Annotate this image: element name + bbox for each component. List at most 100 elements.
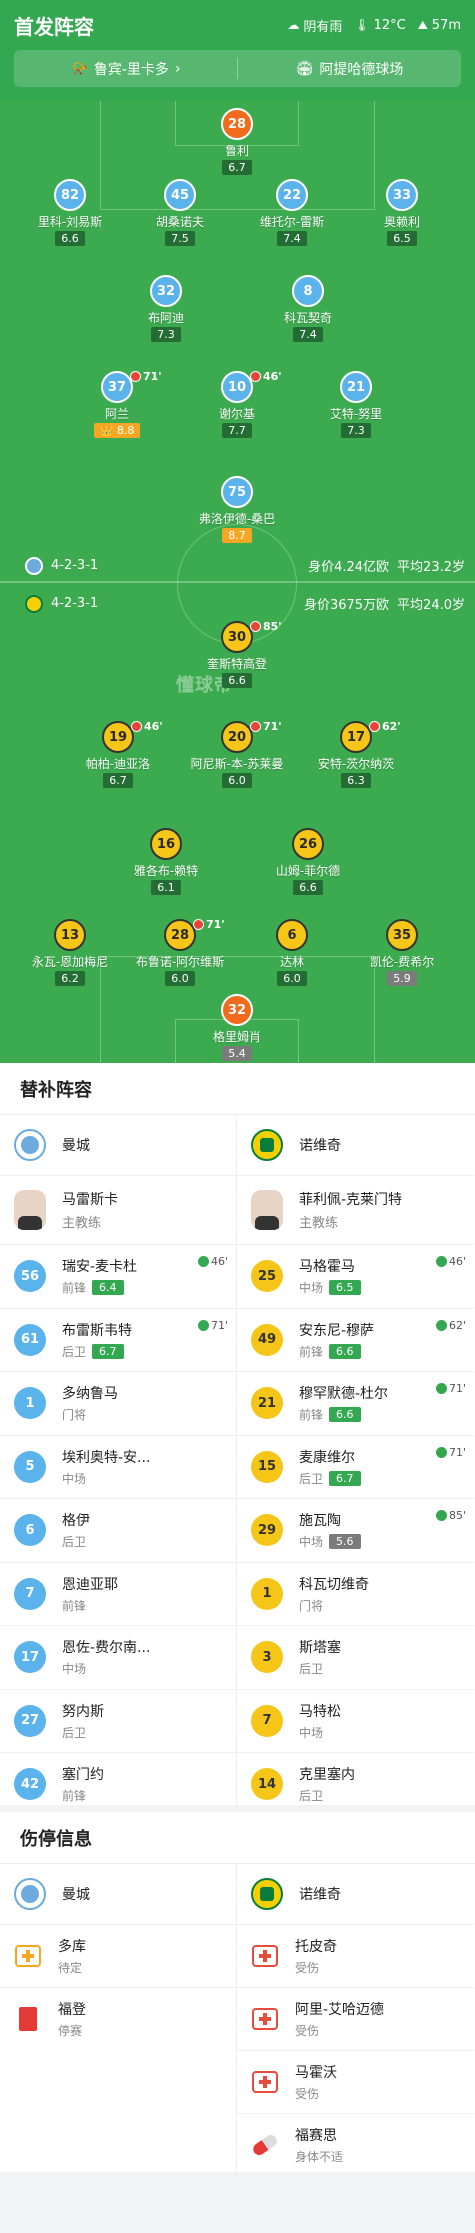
sub-player-row[interactable]: 6 格伊 后卫: [0, 1498, 236, 1562]
sub-off-minute: 46': [131, 720, 163, 733]
sub-player-row[interactable]: 7 恩迪亚耶 前锋: [0, 1561, 236, 1626]
sub-player-row[interactable]: 17 恩佐-费尔南... 中场: [0, 1625, 236, 1689]
injury-row[interactable]: 马霍沃 受伤: [237, 2050, 474, 2113]
sub-player-row[interactable]: 27 努内斯 后卫: [0, 1688, 236, 1753]
player-away[interactable]: 20 71' 阿尼斯-本-苏莱曼 6.0: [177, 720, 297, 788]
sub-player-row[interactable]: 49 安东尼-穆萨 前锋 6.6 62': [237, 1307, 474, 1372]
sub-player-info: 埃利奥特-安... 中场: [62, 1447, 150, 1487]
player-number: 13: [54, 919, 86, 951]
sub-player-row[interactable]: 21 穆罕默德-杜尔 前锋 6.6 71': [237, 1371, 474, 1435]
player-away[interactable]: 17 62' 安特-茨尔纳茨 6.3: [296, 720, 416, 788]
sub-player-row[interactable]: 25 马格霍马 中场 6.5 46': [237, 1244, 474, 1308]
injury-row[interactable]: 福登 停赛: [0, 1987, 236, 2050]
player-name: 胡桑诺夫: [155, 215, 204, 229]
home-formation-row: 4-2-3-1 身价4.24亿欧 平均23.2岁: [25, 556, 465, 575]
player-home[interactable]: 82 里科-刘易斯 6.6: [10, 179, 130, 246]
away-manager[interactable]: 菲利佩-克莱门特 主教练: [237, 1175, 474, 1244]
player-number: 25: [251, 1260, 283, 1293]
injury-row[interactable]: 多库 待定: [0, 1924, 236, 1987]
sub-player-row[interactable]: 14 克里塞内 后卫: [237, 1752, 474, 1816]
player-position: 门将: [62, 1408, 87, 1423]
player-position: 中场 6.5: [299, 1279, 361, 1296]
player-number: 14: [251, 1768, 283, 1801]
injury-info: 托皮奇 受伤: [295, 1936, 337, 1976]
sub-player-row[interactable]: 7 马特松 中场: [237, 1688, 474, 1753]
sub-off-icon: [193, 919, 204, 930]
player-number: 30 85': [221, 620, 282, 653]
player-number: 75: [221, 476, 253, 508]
referee-link[interactable]: 📯 鲁宾-里卡多 ›: [14, 50, 237, 87]
player-position: 前锋 6.4: [62, 1279, 137, 1296]
player-name: 多纳鲁马: [62, 1386, 118, 1403]
player-name: 麦康维尔: [299, 1449, 355, 1466]
sub-off-minute: 71': [250, 720, 282, 733]
sub-player-row[interactable]: 3 斯塔塞 后卫: [237, 1625, 474, 1689]
player-home[interactable]: 22 维托尔-雷斯 7.4: [232, 179, 352, 246]
sub-player-row[interactable]: 1 多纳鲁马 门将: [0, 1371, 236, 1435]
player-number: 33: [386, 179, 418, 211]
sub-player-row[interactable]: 42 塞门约 前锋: [0, 1752, 236, 1816]
player-position: 中场: [62, 1471, 87, 1486]
player-name: 布鲁诺-阿尔维斯: [135, 955, 225, 969]
medkit-icon: [252, 2008, 278, 2030]
player-name: 山姆-菲尔德: [275, 864, 341, 878]
player-number: 37 71': [101, 370, 162, 403]
sub-off-minute: 71': [193, 918, 225, 931]
player-name: 马霍沃: [295, 2065, 337, 2081]
sub-player-row[interactable]: 5 埃利奥特-安... 中场: [0, 1434, 236, 1499]
injury-row[interactable]: 阿里-艾哈迈德 受伤: [237, 1987, 474, 2050]
player-name: 奎斯特高登: [206, 657, 267, 671]
player-away[interactable]: 26 山姆-菲尔德 6.6: [248, 828, 368, 895]
sub-player-info: 科瓦切维奇 门将: [299, 1574, 369, 1614]
injury-info: 马霍沃 受伤: [295, 2062, 337, 2102]
sub-player-info: 多纳鲁马 门将: [62, 1383, 118, 1423]
player-away[interactable]: 13 永瓦-恩加梅尼 6.2: [10, 919, 130, 986]
injury-status: 受伤: [295, 2024, 320, 2038]
player-away[interactable]: 16 雅各布-赖特 6.1: [106, 828, 226, 895]
player-away[interactable]: 35 凯伦-费希尔 5.9: [342, 919, 462, 986]
sub-player-row[interactable]: 1 科瓦切维奇 门将: [237, 1561, 474, 1626]
injury-row[interactable]: 托皮奇 受伤: [237, 1924, 474, 1987]
player-home[interactable]: 32 布阿迪 7.3: [106, 275, 226, 342]
player-away[interactable]: 32 格里姆肖 5.4: [177, 994, 297, 1061]
injury-row[interactable]: 福赛思 身体不适: [237, 2113, 474, 2176]
player-home[interactable]: 75 弗洛伊德-桑巴 8.7: [177, 476, 297, 543]
player-home[interactable]: 33 奥赖利 6.5: [342, 179, 462, 246]
home-value: 身价4.24亿欧: [308, 560, 390, 575]
norwich-crest: [251, 1878, 283, 1910]
player-name: 帕柏-迪亚洛: [85, 757, 151, 771]
player-home[interactable]: 21 艾特-努里 7.3: [296, 371, 416, 438]
player-home[interactable]: 45 胡桑诺夫 7.5: [120, 179, 240, 246]
player-home[interactable]: 28 鲁利 6.7: [177, 108, 297, 175]
player-away[interactable]: 6 达林 6.0: [232, 919, 352, 986]
home-manager[interactable]: 马雷斯卡 主教练: [0, 1175, 236, 1244]
player-number: 32: [150, 275, 182, 307]
referee-name: 鲁宾-里卡多: [93, 61, 169, 78]
player-rating: 5.6: [329, 1534, 361, 1550]
medkit-icon: [15, 1945, 41, 1967]
player-position: 前锋 6.6: [299, 1406, 388, 1423]
player-name: 埃利奥特-安...: [62, 1449, 151, 1466]
injury-info: 福登 停赛: [58, 1999, 86, 2039]
player-away[interactable]: 28 71' 布鲁诺-阿尔维斯 6.0: [120, 918, 240, 986]
player-name: 福登: [58, 2002, 86, 2018]
player-away[interactable]: 30 85' 奎斯特高登 6.6: [177, 620, 297, 688]
sub-player-info: 格伊 后卫: [62, 1510, 90, 1550]
sub-player-row[interactable]: 29 施瓦陶 中场 5.6 85': [237, 1498, 474, 1562]
player-name: 奥赖利: [383, 215, 420, 229]
sub-player-row[interactable]: 61 布雷斯韦特 后卫 6.7 71': [0, 1307, 236, 1372]
sub-player-row[interactable]: 15 麦康维尔 后卫 6.7 71': [237, 1434, 474, 1499]
sub-player-row[interactable]: 56 瑞安-麦卡杜 前锋 6.4 46': [0, 1244, 236, 1308]
player-home[interactable]: 37 71' 阿兰 👑 8.8: [57, 370, 177, 438]
player-name: 维托尔-雷斯: [259, 215, 325, 229]
player-name: 凯伦-费希尔: [369, 955, 435, 969]
player-home[interactable]: 10 46' 谢尔基 7.7: [177, 370, 297, 438]
medkit-icon: [251, 2005, 279, 2033]
player-rating: 8.7: [222, 528, 252, 543]
player-name: 格伊: [62, 1513, 90, 1530]
player-home[interactable]: 8 科瓦契奇 7.4: [248, 275, 368, 342]
player-name: 艾特-努里: [329, 407, 383, 421]
player-away[interactable]: 19 46' 帕柏-迪亚洛 6.7: [58, 720, 178, 788]
sub-player-info: 斯塔塞 后卫: [299, 1637, 341, 1677]
player-position: 中场 5.6: [299, 1533, 361, 1550]
